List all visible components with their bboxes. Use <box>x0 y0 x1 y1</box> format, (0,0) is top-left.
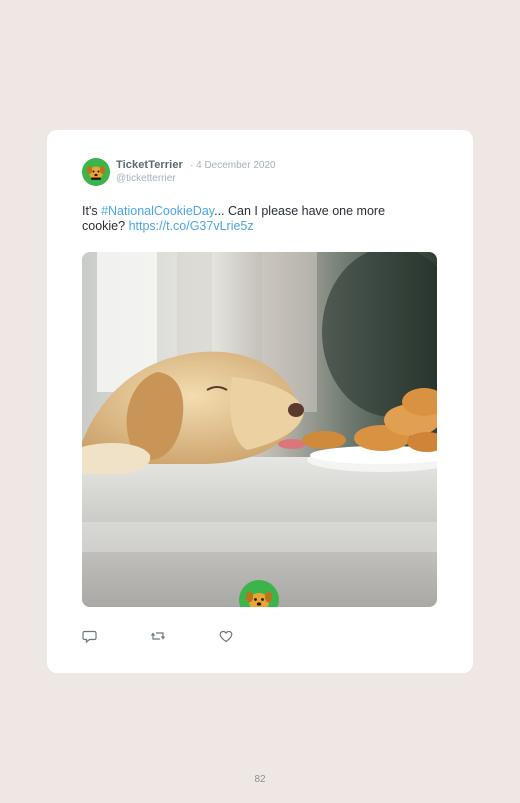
reply-icon[interactable] <box>82 628 98 644</box>
avatar[interactable] <box>82 158 110 186</box>
heart-icon[interactable] <box>218 628 234 644</box>
tweet-card: TicketTerrier · 4 December 2020 @tickett… <box>47 130 473 673</box>
tweet-text-prefix: It's <box>82 204 102 218</box>
tweet-url-link[interactable]: https://t.co/G37vLrie5z <box>129 219 254 233</box>
terrier-logo-icon <box>82 158 110 186</box>
tweet-date[interactable]: · 4 December 2020 <box>190 160 276 171</box>
user-handle[interactable]: @ticketterrier <box>116 173 176 184</box>
hashtag-link[interactable]: #NationalCookieDay <box>101 204 214 218</box>
retweet-icon[interactable] <box>150 628 166 644</box>
tweet-media[interactable] <box>82 252 437 607</box>
page-number: 82 <box>254 774 266 785</box>
tweet-text: It's #NationalCookieDay... Can I please … <box>82 204 422 234</box>
display-name[interactable]: TicketTerrier <box>116 159 183 171</box>
dog-photo-icon <box>82 252 437 607</box>
